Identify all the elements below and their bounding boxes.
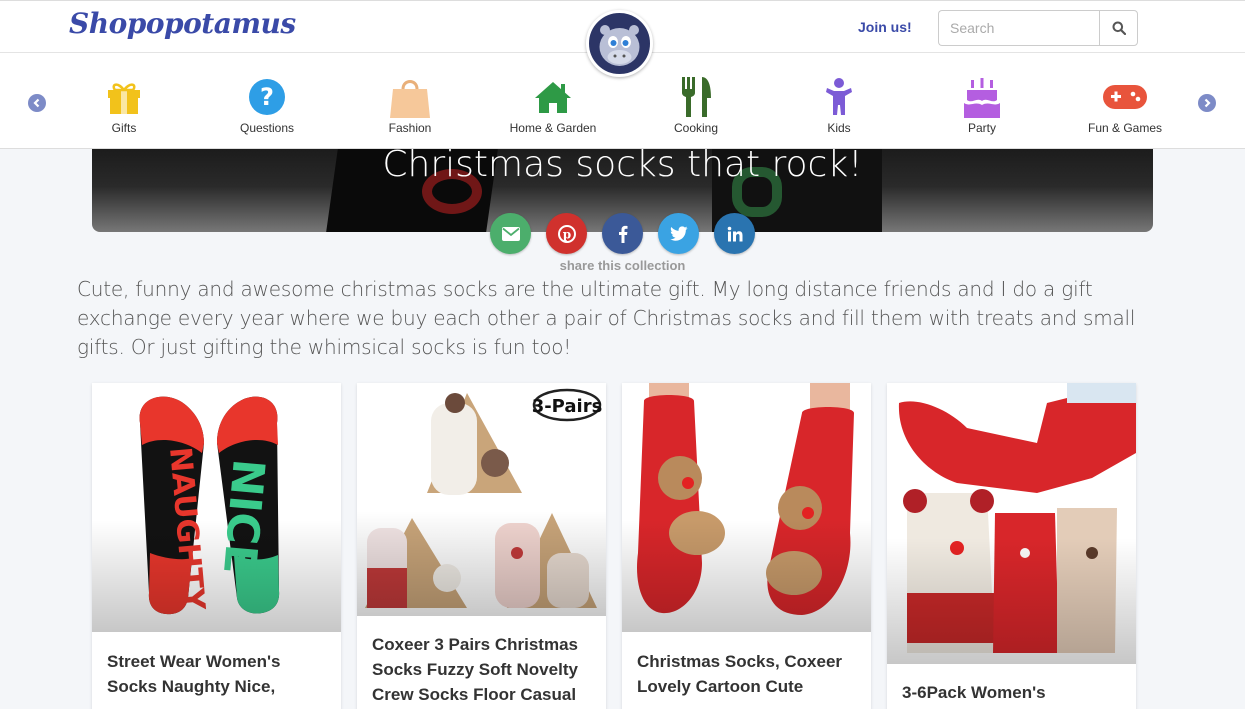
category-label: Fashion [388, 121, 432, 135]
category-gifts[interactable]: Gifts [64, 77, 184, 135]
product-image[interactable]: 3-Pairs [357, 383, 606, 616]
house-icon [535, 82, 571, 113]
product-image[interactable] [887, 383, 1136, 664]
category-label: Home & Garden [509, 121, 597, 135]
product-card[interactable]: NAUGHTY NICE Street Wear Women's Socks N… [92, 383, 341, 709]
product-card[interactable]: 3-6Pack Women's [887, 383, 1136, 709]
pinterest-icon: p [557, 224, 576, 243]
facebook-icon [618, 225, 627, 243]
cake-icon [964, 78, 1000, 118]
share-label: share this collection [559, 258, 686, 273]
product-badge-label: 3-Pairs [532, 396, 603, 417]
category-label: Kids [827, 121, 851, 135]
chevron-right-icon [1204, 98, 1211, 108]
chevron-left-icon [33, 98, 40, 108]
category-party[interactable]: Party [922, 77, 1042, 135]
gamepad-icon [1103, 85, 1147, 109]
twitter-icon [669, 226, 687, 241]
product-card[interactable]: 3-Pairs Coxeer 3 Pairs Christmas Socks F… [357, 383, 606, 709]
collection-description: Cute, funny and awesome christmas socks … [77, 277, 1136, 359]
linkedin-icon [727, 226, 742, 241]
product-name[interactable]: Coxeer 3 Pairs Christmas Socks Fuzzy Sof… [357, 616, 606, 707]
category-kids[interactable]: Kids [779, 77, 899, 135]
share-buttons: p [490, 213, 755, 254]
category-label: Cooking [673, 121, 719, 135]
category-questions[interactable]: ? Questions [207, 77, 327, 135]
sock-text-nice: NICE [213, 457, 274, 577]
join-link[interactable]: Join us! [858, 19, 912, 35]
product-card[interactable]: Christmas Socks, Coxeer Lovely Cartoon C… [622, 383, 871, 709]
category-home-garden[interactable]: Home & Garden [493, 77, 613, 135]
nav-prev-button[interactable] [28, 94, 46, 112]
nav-next-button[interactable] [1198, 94, 1216, 112]
product-name[interactable]: Street Wear Women's Socks Naughty Nice, [92, 632, 341, 699]
child-icon [826, 78, 852, 115]
shopping-bag-icon [390, 80, 430, 118]
envelope-icon [501, 226, 520, 241]
category-label: Questions [239, 121, 295, 135]
search-icon [1112, 21, 1126, 35]
sock-text-naughty: NAUGHTY [162, 446, 211, 613]
gift-icon [108, 83, 140, 114]
product-image[interactable]: NAUGHTY NICE [92, 383, 341, 632]
search-bar [938, 10, 1138, 46]
search-button[interactable] [1099, 10, 1138, 46]
product-image[interactable] [622, 383, 871, 632]
share-twitter-button[interactable] [658, 213, 699, 254]
svg-text:?: ? [260, 83, 274, 111]
category-fun-games[interactable]: Fun & Games [1065, 77, 1185, 135]
fork-knife-icon [682, 77, 711, 117]
product-name[interactable]: Christmas Socks, Coxeer Lovely Cartoon C… [622, 632, 871, 699]
product-name[interactable]: 3-6Pack Women's [887, 664, 1136, 705]
collection-title: Christmas socks that rock! [382, 149, 863, 185]
site-logo[interactable]: Shopopotamus [69, 7, 296, 40]
category-cooking[interactable]: Cooking [636, 77, 756, 135]
svg-text:p: p [562, 227, 570, 241]
category-label: Party [967, 121, 996, 135]
share-facebook-button[interactable] [602, 213, 643, 254]
search-input[interactable] [938, 10, 1099, 46]
hippo-mascot-logo[interactable] [586, 10, 653, 77]
category-label: Gifts [111, 121, 137, 135]
category-fashion[interactable]: Fashion [350, 77, 470, 135]
share-pinterest-button[interactable]: p [546, 213, 587, 254]
share-linkedin-button[interactable] [714, 213, 755, 254]
share-email-button[interactable] [490, 213, 531, 254]
question-icon: ? [249, 79, 285, 115]
category-label: Fun & Games [1087, 121, 1163, 135]
